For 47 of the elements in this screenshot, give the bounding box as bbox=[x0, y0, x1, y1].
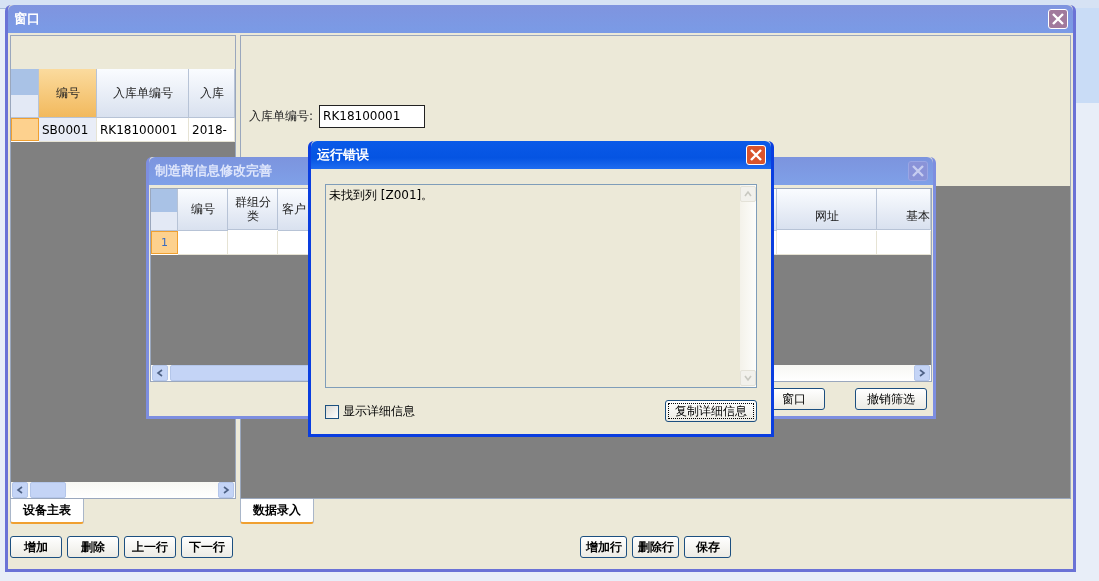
field-label: 入库单编号: bbox=[249, 107, 314, 125]
column-header[interactable]: 入库单编号 bbox=[97, 69, 189, 118]
chevron-left-icon bbox=[156, 369, 164, 377]
checkbox-label: 显示详细信息 bbox=[343, 403, 415, 420]
table-cell: 2018- bbox=[189, 118, 235, 142]
toolbar-button[interactable]: 上一行 bbox=[124, 536, 176, 558]
toolbar-button[interactable]: 删除 bbox=[67, 536, 119, 558]
chevron-down-icon bbox=[744, 374, 752, 382]
checkbox[interactable] bbox=[325, 404, 339, 419]
close-icon bbox=[912, 165, 924, 177]
column-header[interactable]: 网址 bbox=[777, 189, 877, 230]
chevron-right-icon bbox=[222, 486, 230, 494]
close-button[interactable] bbox=[908, 161, 928, 181]
toolbar-button[interactable]: 增加行 bbox=[580, 536, 627, 558]
row-header[interactable]: 1 bbox=[151, 231, 178, 254]
table-cell: SB0001 bbox=[39, 118, 97, 142]
horizontal-scrollbar[interactable] bbox=[11, 482, 235, 498]
toolbar-button[interactable]: 增加 bbox=[10, 536, 62, 558]
toolbar-button[interactable]: 下一行 bbox=[181, 536, 233, 558]
window-title: 窗口 bbox=[14, 10, 40, 28]
toolbar-button[interactable]: 删除行 bbox=[632, 536, 679, 558]
scroll-thumb[interactable] bbox=[30, 482, 66, 498]
grid-corner bbox=[151, 189, 178, 231]
column-header[interactable]: 入库 bbox=[189, 69, 235, 118]
toolbar-button[interactable]: 保存 bbox=[684, 536, 731, 558]
tab[interactable]: 数据录入 bbox=[240, 499, 314, 524]
grid-corner bbox=[11, 69, 39, 118]
copy-details-button[interactable]: 复制详细信息 bbox=[665, 400, 757, 422]
error-message: 未找到列 [Z001]。 bbox=[329, 187, 435, 204]
chevron-up-icon bbox=[744, 190, 752, 198]
message-box[interactable]: 未找到列 [Z001]。 bbox=[325, 184, 757, 388]
column-header[interactable]: 编号 bbox=[39, 69, 97, 118]
column-header[interactable]: 编号 bbox=[178, 189, 228, 231]
table-cell: RK18100001 bbox=[97, 118, 189, 142]
close-icon bbox=[1052, 13, 1064, 25]
chevron-left-icon bbox=[16, 486, 24, 494]
tab[interactable]: 设备主表 bbox=[10, 499, 84, 524]
close-icon bbox=[750, 149, 762, 161]
dialog-button[interactable]: 撤销筛选 bbox=[855, 388, 927, 410]
row-header[interactable] bbox=[11, 118, 39, 141]
input-field[interactable]: RK18100001 bbox=[319, 104, 426, 128]
chevron-right-icon bbox=[918, 369, 926, 377]
column-header[interactable]: 群组分类 bbox=[228, 189, 278, 230]
vertical-scrollbar[interactable] bbox=[740, 185, 756, 387]
dialog-title: 制造商信息修改完善 bbox=[155, 162, 272, 180]
dialog-title: 运行错误 bbox=[317, 146, 369, 164]
column-header[interactable]: 基本 bbox=[877, 189, 931, 230]
